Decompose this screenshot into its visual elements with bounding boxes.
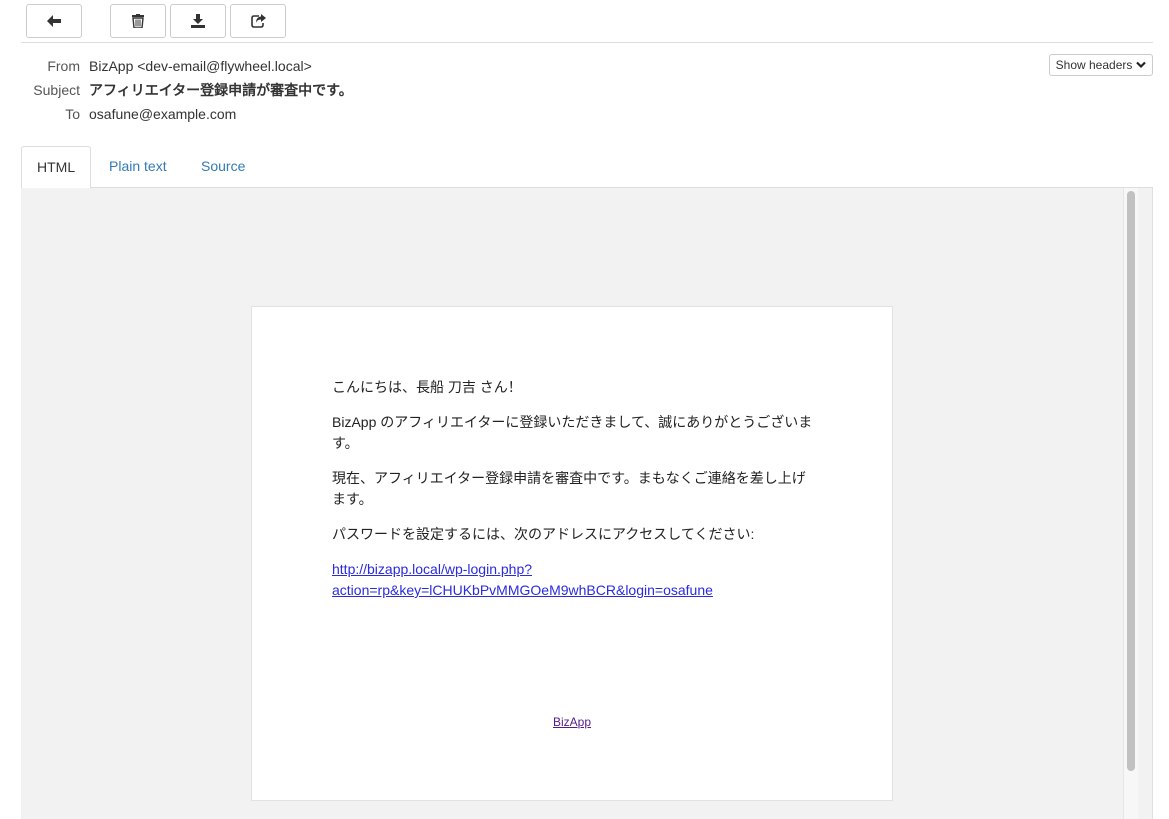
back-button[interactable] [26,4,82,38]
greeting-text: こんにちは、長船 刀吉 さん！ [332,379,522,395]
email-content: こんにちは、長船 刀吉 さん！ BizApp のアフィリエイターに登録いただきま… [332,377,816,615]
view-tabs: HTML Plain text Source [21,146,1153,189]
from-value: BizApp <dev-email@flywheel.local> [89,58,312,74]
subject-value: アフィリエイター登録申請が審査中です。 [89,82,353,98]
to-label: To [65,106,80,122]
password-reset-link[interactable]: http://bizapp.local/wp-login.php? action… [332,561,713,598]
html-preview-pane: こんにちは、長船 刀吉 さん！ BizApp のアフィリエイターに登録いただきま… [21,188,1153,819]
show-headers-button[interactable]: Show headers [1049,54,1153,76]
download-button[interactable] [170,4,226,38]
arrow-left-icon [47,15,61,27]
from-row: From BizApp <dev-email@flywheel.local> [0,56,700,76]
subject-label: Subject [33,82,80,98]
from-label: From [47,58,80,74]
email-body-card: こんにちは、長船 刀吉 さん！ BizApp のアフィリエイターに登録いただきま… [251,306,893,801]
show-headers-label: Show headers [1055,58,1133,72]
reset-link-line-1: http://bizapp.local/wp-login.php? [332,561,533,577]
preview-scrollbar[interactable] [1123,188,1138,819]
chevron-down-icon [1136,61,1147,69]
tab-source[interactable]: Source [186,146,260,188]
to-row: To osafune@example.com [0,104,700,124]
toolbar-divider [21,42,1153,43]
download-icon [191,14,205,28]
pane-right-border [1152,188,1153,819]
tab-html[interactable]: HTML [21,146,92,189]
delete-button[interactable] [110,4,166,38]
password-instruction: パスワードを設定するには、次のアドレスにアクセスしてください: [332,526,755,542]
reset-link-block: http://bizapp.local/wp-login.php? action… [332,559,816,601]
scrollbar-thumb[interactable] [1127,191,1135,771]
to-value: osafune@example.com [89,106,237,122]
thanks-paragraph: BizApp のアフィリエイターに登録いただきまして、誠にありがとうございます。 [332,414,813,451]
trash-icon [132,14,144,28]
review-paragraph: 現在、アフィリエイター登録申請を審査中です。まもなくご連絡を差し上げます。 [332,470,806,507]
share-icon [250,14,266,28]
reset-link-line-2: action=rp&key=lCHUKbPvMMGOeM9whBCR&login… [332,582,713,598]
footer-bizapp-link[interactable]: BizApp [252,715,892,729]
forward-button[interactable] [230,4,286,38]
subject-row: Subject アフィリエイター登録申請が審査中です。 [0,80,700,100]
tab-plain-text[interactable]: Plain text [94,146,182,188]
